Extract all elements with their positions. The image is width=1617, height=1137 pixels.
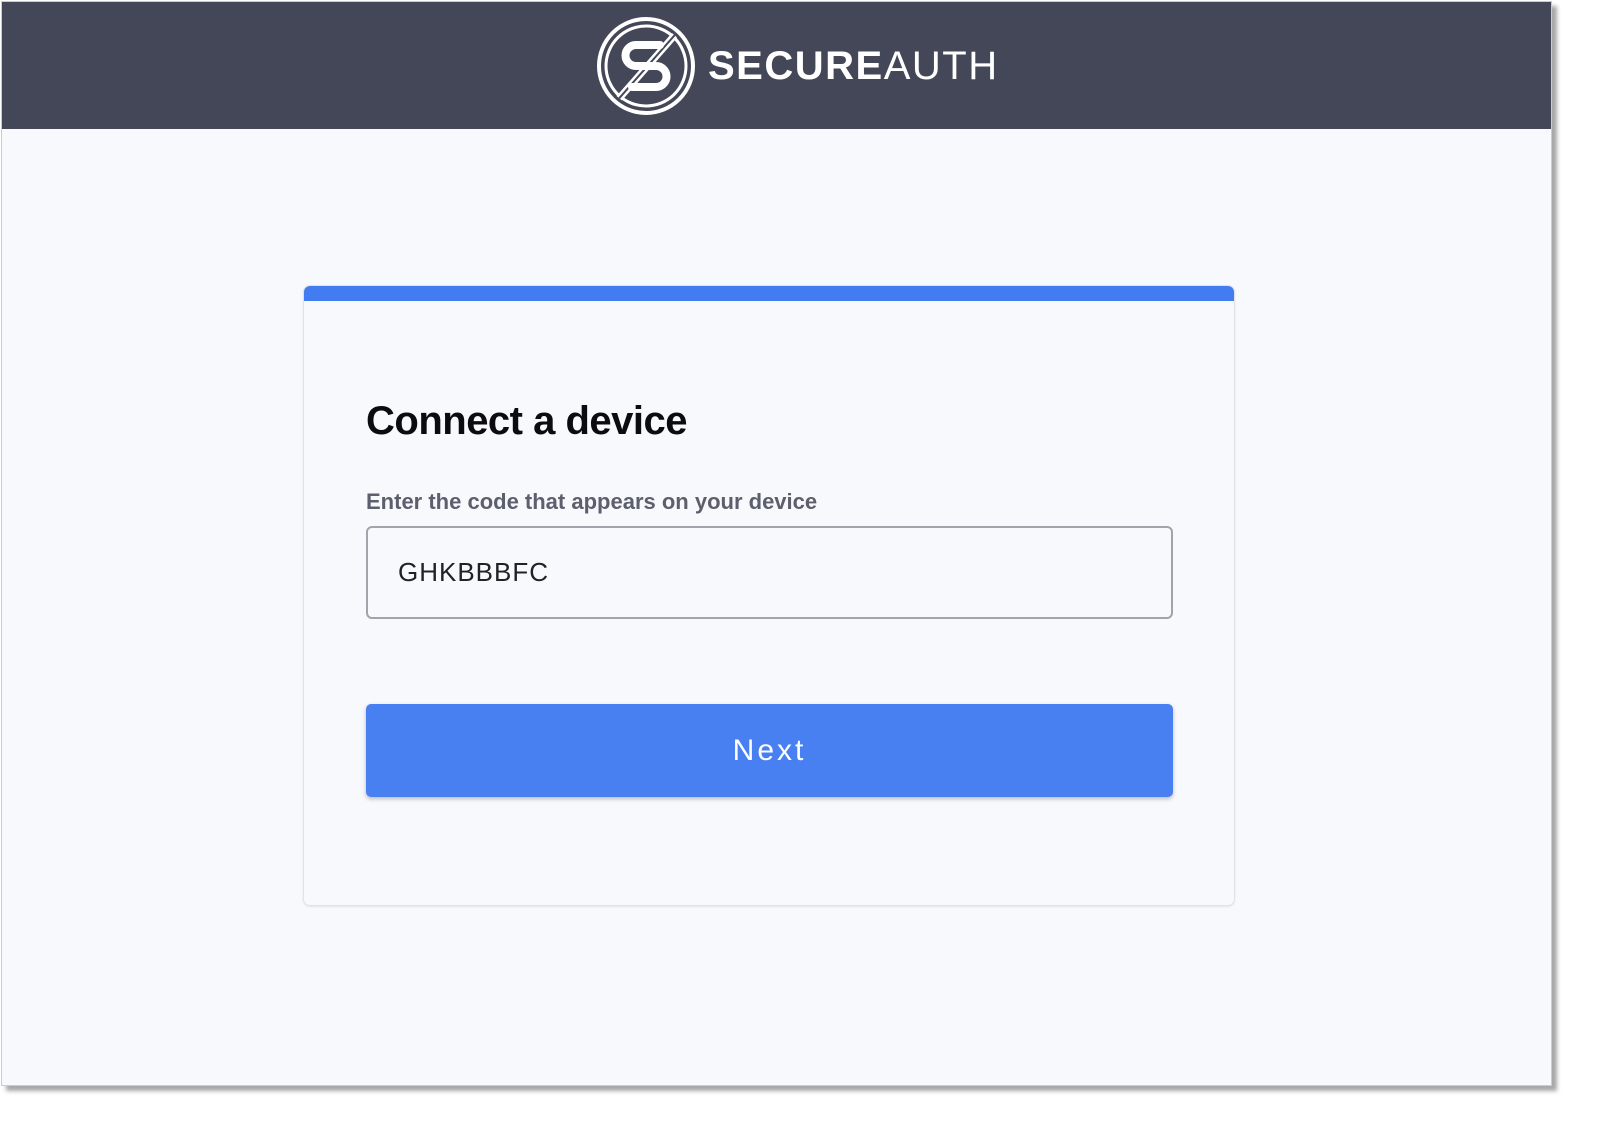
card-accent-bar	[304, 286, 1234, 301]
secureauth-s-logo-icon	[597, 17, 695, 115]
brand-logo: SECUREAUTH	[596, 16, 999, 116]
device-code-label: Enter the code that appears on your devi…	[366, 489, 818, 514]
device-code-input[interactable]	[366, 526, 1173, 619]
next-button[interactable]: Next	[366, 704, 1173, 797]
brand-wordmark: SECUREAUTH	[708, 46, 999, 86]
page-title: Connect a device	[366, 399, 688, 443]
brand-name-bold: SECURE	[708, 44, 884, 88]
browser-window: SECUREAUTH Connect a device Enter the co…	[1, 1, 1552, 1086]
connect-device-card: Connect a device Enter the code that app…	[303, 285, 1235, 906]
app-header: SECUREAUTH	[2, 2, 1551, 129]
brand-name-light: AUTH	[883, 44, 999, 88]
